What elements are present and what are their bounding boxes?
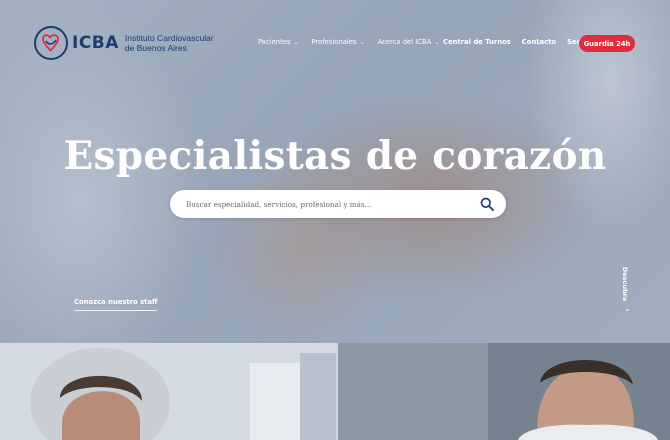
nav-item-profesionales[interactable]: Profesionales ⌄ [312, 38, 365, 46]
brand-name: ICBA [72, 33, 119, 53]
nav-item-label: Pacientes [258, 38, 291, 46]
guardia-24h-button[interactable]: Guardia 24h [579, 35, 635, 52]
scroll-down-indicator[interactable]: Descubra ⌄ [621, 262, 636, 314]
brand-subtitle-line1: Instituto Cardiovascular [124, 33, 214, 43]
nav-link-contacto[interactable]: Contacto [522, 38, 556, 46]
search-bar [170, 190, 506, 218]
chevron-down-icon: ⌄ [434, 38, 440, 46]
site-header: ICBA Instituto Cardiovascular de Buenos … [0, 0, 670, 86]
chevron-down-icon: ⌄ [624, 304, 631, 313]
staff-card-left[interactable] [0, 343, 336, 440]
nav-item-label: Profesionales [311, 38, 357, 46]
staff-link[interactable]: Conozca nuestro staff [74, 298, 158, 311]
main-nav: Pacientes ⌄ Profesionales ⌄ Acerca del I… [258, 38, 452, 46]
chevron-down-icon: ⌄ [293, 38, 299, 46]
search-input[interactable] [186, 190, 466, 218]
brand-subtitle: Instituto Cardiovascular de Buenos Aires [125, 33, 220, 53]
nav-link-central-de-turnos[interactable]: Central de Turnos [443, 38, 511, 46]
staff-card-right[interactable] [338, 343, 670, 440]
scroll-label: Descubra [621, 266, 630, 302]
search-icon[interactable] [480, 197, 494, 211]
secondary-nav: Central de Turnos Contacto Sedes [443, 38, 601, 46]
doctor-photo-left [0, 343, 336, 440]
doctor-photo-right [338, 343, 670, 440]
hero-headline: Especialistas de corazón [63, 133, 607, 179]
nav-item-label: Acerca del ICBA [377, 38, 432, 46]
chevron-down-icon: ⌄ [359, 38, 365, 46]
logo[interactable]: ICBA Instituto Cardiovascular de Buenos … [33, 25, 220, 61]
heart-logo-icon [34, 26, 68, 60]
nav-item-acerca[interactable]: Acerca del ICBA ⌄ [378, 38, 440, 46]
brand-subtitle-line2: de Buenos Aires [124, 43, 187, 53]
nav-item-pacientes[interactable]: Pacientes ⌄ [258, 38, 299, 46]
